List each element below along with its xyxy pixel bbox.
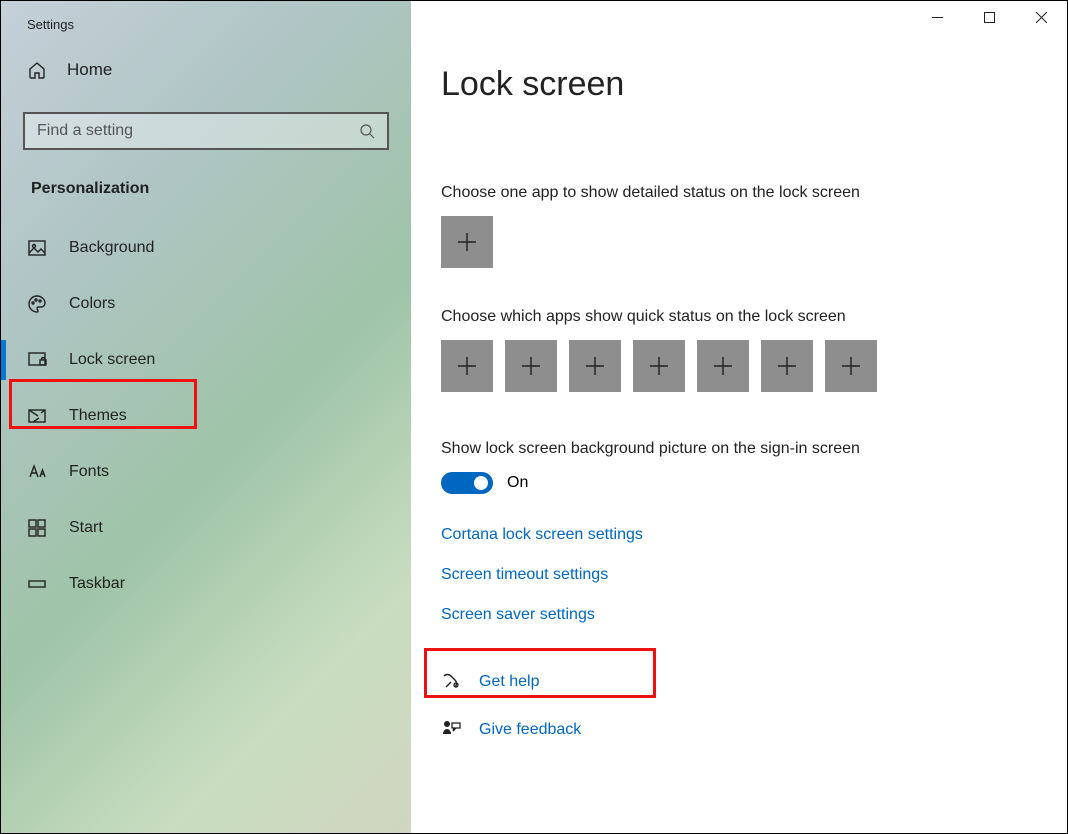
sidebar-item-start[interactable]: Start bbox=[1, 500, 411, 556]
sidebar-item-lock-screen[interactable]: Lock screen bbox=[1, 332, 411, 388]
plus-icon bbox=[776, 355, 798, 377]
fonts-icon bbox=[27, 462, 47, 482]
search-input[interactable]: Find a setting bbox=[23, 112, 389, 150]
start-icon bbox=[27, 518, 47, 538]
home-icon bbox=[27, 60, 47, 80]
plus-icon bbox=[840, 355, 862, 377]
toggle-thumb bbox=[474, 476, 488, 490]
home-button[interactable]: Home bbox=[1, 50, 411, 90]
title-bar bbox=[911, 1, 1067, 33]
add-quick-app-button[interactable] bbox=[761, 340, 813, 392]
minimize-icon bbox=[932, 12, 943, 23]
plus-icon bbox=[456, 355, 478, 377]
screen-saver-link[interactable]: Screen saver settings bbox=[441, 606, 595, 624]
themes-icon bbox=[27, 406, 47, 426]
feedback-icon bbox=[441, 720, 461, 740]
nav-label: Colors bbox=[69, 295, 115, 313]
add-quick-app-button[interactable] bbox=[505, 340, 557, 392]
plus-icon bbox=[520, 355, 542, 377]
lock-screen-icon bbox=[27, 350, 47, 370]
nav-label: Background bbox=[69, 239, 154, 257]
plus-icon bbox=[712, 355, 734, 377]
help-icon bbox=[441, 672, 461, 692]
nav-label: Themes bbox=[69, 407, 127, 425]
sidebar-item-themes[interactable]: Themes bbox=[1, 388, 411, 444]
sidebar-item-background[interactable]: Background bbox=[1, 220, 411, 276]
add-quick-app-button[interactable] bbox=[569, 340, 621, 392]
get-help-link[interactable]: Get help bbox=[441, 672, 1067, 692]
search-icon bbox=[359, 123, 375, 139]
plus-icon bbox=[456, 231, 478, 253]
search-placeholder: Find a setting bbox=[37, 122, 359, 140]
sidebar-item-taskbar[interactable]: Taskbar bbox=[1, 556, 411, 612]
quick-status-label: Choose which apps show quick status on t… bbox=[441, 308, 1067, 326]
sidebar-item-colors[interactable]: Colors bbox=[1, 276, 411, 332]
minimize-button[interactable] bbox=[911, 1, 963, 33]
quick-status-slots bbox=[441, 340, 1067, 392]
toggle-state: On bbox=[507, 474, 528, 492]
maximize-button[interactable] bbox=[963, 1, 1015, 33]
bg-toggle-label: Show lock screen background picture on t… bbox=[441, 440, 1067, 458]
maximize-icon bbox=[984, 12, 995, 23]
screen-timeout-link[interactable]: Screen timeout settings bbox=[441, 566, 608, 584]
detailed-status-label: Choose one app to show detailed status o… bbox=[441, 184, 1067, 202]
plus-icon bbox=[584, 355, 606, 377]
help-label: Get help bbox=[479, 673, 539, 691]
nav-label: Lock screen bbox=[69, 351, 155, 369]
add-detailed-app-button[interactable] bbox=[441, 216, 493, 268]
section-heading: Personalization bbox=[1, 150, 411, 220]
close-button[interactable] bbox=[1015, 1, 1067, 33]
feedback-label: Give feedback bbox=[479, 721, 581, 739]
cortana-settings-link[interactable]: Cortana lock screen settings bbox=[441, 526, 643, 544]
home-label: Home bbox=[67, 60, 112, 80]
palette-icon bbox=[27, 294, 47, 314]
nav-label: Taskbar bbox=[69, 575, 125, 593]
sidebar: Settings Home Find a setting Personaliza… bbox=[1, 1, 411, 833]
add-quick-app-button[interactable] bbox=[825, 340, 877, 392]
window-title: Settings bbox=[1, 11, 411, 50]
nav-label: Fonts bbox=[69, 463, 109, 481]
taskbar-icon bbox=[27, 574, 47, 594]
close-icon bbox=[1036, 12, 1047, 23]
add-quick-app-button[interactable] bbox=[697, 340, 749, 392]
sidebar-item-fonts[interactable]: Fonts bbox=[1, 444, 411, 500]
bg-toggle[interactable] bbox=[441, 472, 493, 494]
add-quick-app-button[interactable] bbox=[633, 340, 685, 392]
plus-icon bbox=[648, 355, 670, 377]
picture-icon bbox=[27, 238, 47, 258]
main-content: Lock screen Choose one app to show detai… bbox=[411, 1, 1067, 833]
give-feedback-link[interactable]: Give feedback bbox=[441, 720, 1067, 740]
nav-label: Start bbox=[69, 519, 103, 537]
add-quick-app-button[interactable] bbox=[441, 340, 493, 392]
